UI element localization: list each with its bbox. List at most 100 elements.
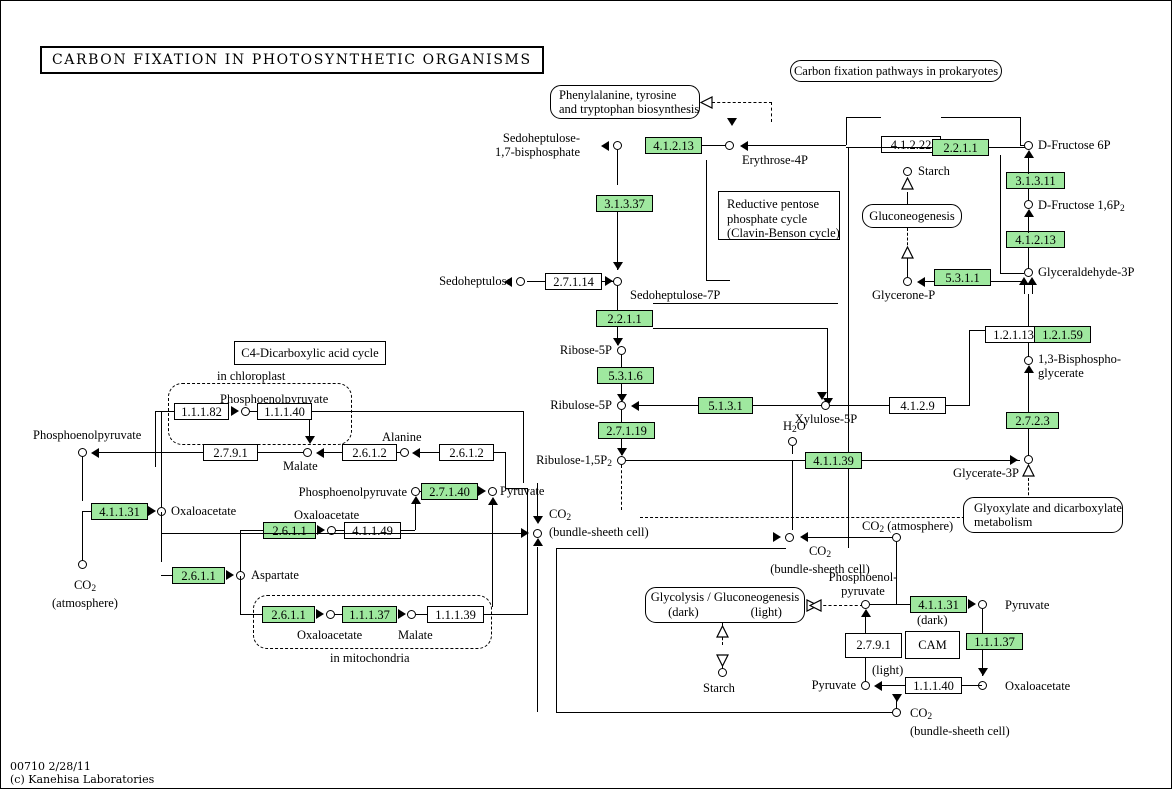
- enzyme-4-1-1-31-a[interactable]: 4.1.1.31: [91, 503, 148, 520]
- map-link-glycolysis-label[interactable]: Glycolysis / Gluconeogenesis: [651, 590, 800, 605]
- label-dark-annotation: (dark): [917, 613, 948, 627]
- calvin-bracket-bottom: [706, 280, 730, 281]
- node-pep-mid[interactable]: [411, 487, 420, 496]
- node-h2o[interactable]: [788, 437, 797, 446]
- enzyme-1-1-1-82[interactable]: 1.1.1.82: [174, 403, 229, 420]
- map-link-prokaryotes[interactable]: Carbon fixation pathways in prokaryotes: [790, 60, 1002, 82]
- arrow-right-aspartate-icon: [226, 570, 234, 580]
- line-h2o-down-2: [792, 460, 793, 530]
- enzyme-3-1-3-11[interactable]: 3.1.3.11: [1006, 172, 1065, 189]
- node-13-bpg[interactable]: [1024, 356, 1033, 365]
- enzyme-2-7-2-3[interactable]: 2.7.2.3: [1006, 412, 1059, 429]
- enzyme-4-1-1-39[interactable]: 4.1.1.39: [805, 452, 862, 469]
- arrow-right-oaa-left-icon: [148, 506, 156, 516]
- node-pyruvate-mid[interactable]: [488, 487, 497, 496]
- footer-text: 00710 2/28/11 (c) Kanehisa Laboratories: [10, 760, 155, 786]
- open-arrow-phe-icon: [700, 96, 713, 109]
- enzyme-1-1-1-39[interactable]: 1.1.1.39: [427, 606, 484, 623]
- map-link-gluconeogenesis[interactable]: Gluconeogenesis: [862, 204, 962, 228]
- line-ru5p-down: [621, 410, 622, 422]
- enzyme-4-1-1-31-b[interactable]: 4.1.1.31: [910, 596, 967, 613]
- label-glycerate-3p: Glycerate-3P: [953, 466, 1019, 480]
- arrow-right-oaa-mito-icon: [316, 609, 324, 619]
- dashed-pep-to-glycolysis: [818, 605, 863, 606]
- enzyme-5-3-1-6[interactable]: 5.3.1.6: [597, 367, 654, 384]
- enzyme-2-7-9-1-a[interactable]: 2.7.9.1: [203, 444, 258, 461]
- enzyme-4-1-2-13-b[interactable]: 4.1.2.13: [1006, 231, 1065, 248]
- enzyme-2-2-1-1-b[interactable]: 2.2.1.1: [932, 139, 989, 156]
- node-erythrose-4p[interactable]: [725, 141, 734, 150]
- open-arrow-starch-bottom-icon: [716, 654, 729, 667]
- label-co2-bundle-1: CO2 (bundle-sheeth cell): [549, 507, 649, 539]
- enzyme-2-2-1-1-a[interactable]: 2.2.1.1: [596, 310, 653, 327]
- enzyme-2-6-1-1-b[interactable]: 2.6.1.1: [172, 567, 225, 584]
- enzyme-2-7-9-1-b[interactable]: 2.7.9.1: [845, 633, 902, 658]
- node-xylulose-5p[interactable]: [821, 401, 830, 410]
- label-h2o-text: H2O: [783, 419, 806, 435]
- node-d-fructose-16p2[interactable]: [1024, 200, 1033, 209]
- node-co2-bundle-2[interactable]: [785, 533, 794, 542]
- node-malate-chl[interactable]: [241, 407, 250, 416]
- map-link-glyoxylate[interactable]: Glyoxylate and dicarboxylate metabolism: [963, 497, 1123, 533]
- arrow-left-e4p-icon: [740, 141, 748, 151]
- enzyme-1-1-1-37-a[interactable]: 1.1.1.37: [342, 606, 397, 623]
- node-sedoheptulose[interactable]: [516, 277, 525, 286]
- dashed-rubp-right: [640, 517, 985, 518]
- label-pyruvate-cam: Pyruvate: [811, 678, 856, 692]
- enzyme-1-1-1-37-b[interactable]: 1.1.1.37: [966, 633, 1023, 650]
- arrow-right-pyruvate-mid-icon: [478, 486, 486, 496]
- node-co2-bundle-3[interactable]: [892, 708, 901, 717]
- enzyme-2-6-1-2-a[interactable]: 2.6.1.2: [342, 444, 397, 461]
- node-alanine[interactable]: [400, 448, 409, 457]
- enzyme-2-6-1-2-b[interactable]: 2.6.1.2: [439, 444, 494, 461]
- node-oxaloacetate-cam[interactable]: [978, 600, 987, 609]
- node-co2-atm-left[interactable]: [78, 560, 87, 569]
- node-ribulose-15p2[interactable]: [617, 456, 626, 465]
- node-ribose-5p[interactable]: [617, 346, 626, 355]
- enzyme-4-1-2-13-a[interactable]: 4.1.2.13: [645, 137, 702, 154]
- line-5311-to-g3p: [991, 281, 1024, 282]
- enzyme-3-1-3-37[interactable]: 3.1.3.37: [596, 195, 653, 212]
- node-glycerate-3p[interactable]: [1024, 455, 1033, 464]
- node-oxaloacetate-mito[interactable]: [326, 610, 335, 619]
- calvin-bracket-left: [706, 160, 707, 280]
- enzyme-1-1-1-40-b[interactable]: 1.1.1.40: [905, 677, 962, 694]
- label-h2o: H2O: [783, 419, 806, 437]
- node-glycerone-p[interactable]: [903, 277, 912, 286]
- node-co2-bundle-1[interactable]: [533, 529, 542, 538]
- line-2791a-to-pyruvate: [258, 452, 303, 453]
- line-11139-up-left: [505, 488, 527, 489]
- enzyme-1-1-1-40-a[interactable]: 1.1.1.40: [257, 403, 312, 420]
- node-sedoheptulose-7p[interactable]: [613, 277, 622, 286]
- enzyme-5-1-3-1[interactable]: 5.1.3.1: [698, 397, 753, 414]
- enzyme-2-6-1-1-c[interactable]: 2.6.1.1: [262, 606, 315, 623]
- line-co2-bundle1-down: [537, 547, 538, 712]
- node-malate-mito[interactable]: [407, 610, 416, 619]
- node-starch-top[interactable]: [903, 167, 912, 176]
- node-pep-left[interactable]: [78, 448, 87, 457]
- enzyme-2-7-1-14[interactable]: 2.7.1.14: [545, 273, 602, 290]
- enzyme-2-7-1-40[interactable]: 2.7.1.40: [421, 483, 478, 500]
- node-starch-bottom[interactable]: [718, 668, 727, 677]
- node-sedoheptulose-17bp[interactable]: [613, 141, 622, 150]
- node-pep-cam[interactable]: [861, 600, 870, 609]
- node-pyruvate-cam[interactable]: [861, 681, 870, 690]
- line-h2o-down: [792, 446, 793, 454]
- enzyme-1-2-1-59[interactable]: 1.2.1.59: [1034, 326, 1091, 343]
- node-d-fructose-6p[interactable]: [1024, 141, 1033, 150]
- label-d-fructose-6p: D-Fructose 6P: [1038, 138, 1111, 152]
- node-pyruvate-chl[interactable]: [303, 448, 312, 457]
- enzyme-5-3-1-1[interactable]: 5.3.1.1: [934, 269, 991, 286]
- map-link-phe-tyr-trp[interactable]: Phenylalanine, tyrosine and tryptophan b…: [550, 85, 700, 119]
- node-ribulose-5p[interactable]: [617, 401, 626, 410]
- node-glyceraldehyde-3p[interactable]: [1024, 268, 1033, 277]
- enzyme-4-1-1-49[interactable]: 4.1.1.49: [344, 522, 401, 539]
- enzyme-2-6-1-1-a[interactable]: 2.6.1.1: [263, 522, 316, 539]
- label-ribulose-15p2: Ribulose-1,5P2: [536, 453, 612, 469]
- enzyme-4-1-2-9[interactable]: 4.1.2.9: [889, 397, 946, 414]
- calvin-cycle-box: Reductive pentose phosphate cycle (Clavi…: [718, 191, 840, 240]
- enzyme-2-7-1-19[interactable]: 2.7.1.19: [598, 422, 655, 439]
- map-link-glycolysis: Glycolysis / Gluconeogenesis (dark) (lig…: [645, 587, 805, 623]
- line-asp-to-2611a: [240, 530, 264, 531]
- arrow-up-f6p-icon: [1024, 150, 1034, 158]
